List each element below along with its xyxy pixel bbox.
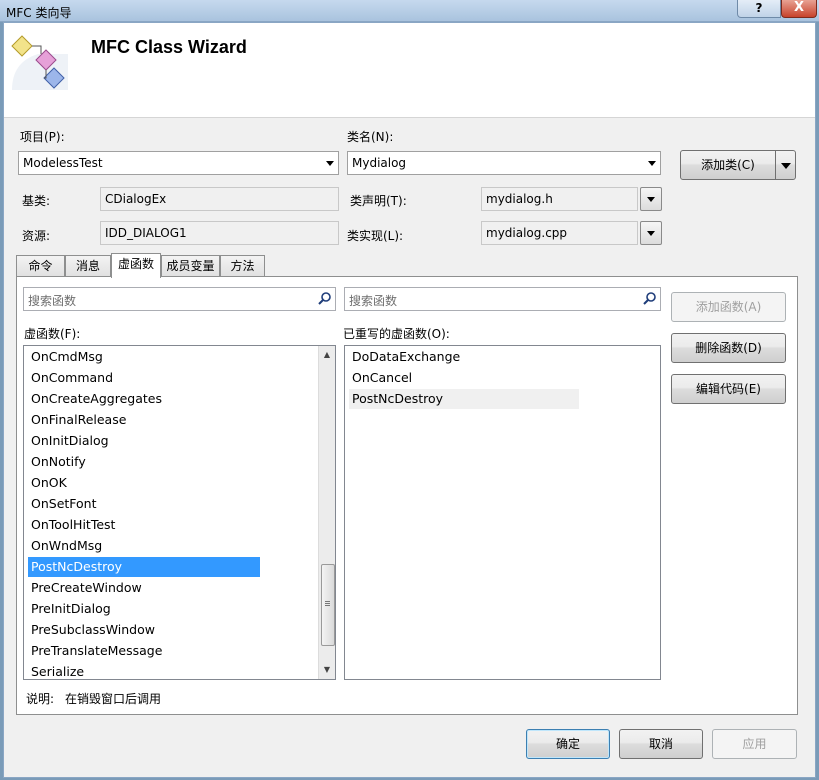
scroll-up-icon[interactable]: ▲ [320, 347, 334, 363]
title-bar: MFC 类向导 [0, 0, 819, 22]
search-placeholder: 搜索函数 [28, 294, 77, 308]
list-item[interactable]: PostNcDestroy [28, 557, 260, 577]
class-decl-label: 类声明(T): [350, 194, 407, 208]
edit-code-button[interactable]: 编辑代码(E) [671, 374, 786, 404]
scrollbar[interactable]: ▲ ▼ [318, 346, 335, 679]
scroll-down-icon[interactable]: ▼ [320, 662, 334, 678]
close-button[interactable]: X [781, 0, 817, 18]
tab-messages[interactable]: 消息 [65, 255, 111, 277]
virtual-functions-label: 虚函数(F): [24, 327, 81, 341]
chevron-down-icon [647, 231, 655, 236]
list-item[interactable]: PreSubclassWindow [28, 620, 260, 640]
overridden-functions-label: 已重写的虚函数(O): [343, 327, 450, 341]
classname-label: 类名(N): [347, 130, 394, 144]
list-item[interactable]: OnWndMsg [28, 536, 260, 556]
add-function-button[interactable]: 添加函数(A) [671, 292, 786, 322]
class-decl-field: mydialog.h [481, 187, 638, 211]
list-item[interactable]: DoDataExchange [349, 347, 579, 367]
class-impl-dropdown-button[interactable] [640, 221, 662, 245]
project-label: 项目(P): [20, 130, 65, 144]
virtual-function-search-input[interactable]: 搜索函数 [23, 287, 336, 311]
ok-button[interactable]: 确定 [526, 729, 610, 759]
add-class-dropdown-button[interactable] [775, 150, 796, 180]
list-item[interactable]: OnInitDialog [28, 431, 260, 451]
chevron-down-icon [326, 161, 334, 166]
class-impl-field: mydialog.cpp [481, 221, 638, 245]
list-item[interactable]: OnCreateAggregates [28, 389, 260, 409]
overridden-function-list[interactable]: DoDataExchange OnCancel PostNcDestroy [344, 345, 661, 680]
search-icon[interactable] [318, 291, 332, 305]
resource-label: 资源: [22, 229, 51, 243]
description-text: 在销毁窗口后调用 [65, 692, 162, 706]
help-button[interactable]: ? [737, 0, 781, 18]
project-select[interactable]: ModelessTest [18, 151, 339, 175]
list-item[interactable]: OnCancel [349, 368, 579, 388]
chevron-down-icon [781, 163, 791, 169]
cancel-button[interactable]: 取消 [619, 729, 703, 759]
chevron-down-icon [647, 197, 655, 202]
resource-field: IDD_DIALOG1 [100, 221, 339, 245]
project-value: ModelessTest [23, 156, 103, 170]
scroll-thumb[interactable] [321, 564, 335, 646]
base-class-label: 基类: [22, 194, 51, 208]
list-item[interactable]: PostNcDestroy [349, 389, 579, 409]
class-impl-label: 类实现(L): [347, 229, 404, 243]
list-item[interactable]: OnSetFont [28, 494, 260, 514]
list-item[interactable]: Serialize [28, 662, 260, 682]
chevron-down-icon [648, 161, 656, 166]
virtual-function-list[interactable]: OnCmdMsg OnCommand OnCreateAggregates OnFin… [23, 345, 336, 680]
classname-value: Mydialog [352, 156, 407, 170]
list-item[interactable]: OnToolHitTest [28, 515, 260, 535]
description-label: 说明: [26, 692, 55, 706]
class-decl-dropdown-button[interactable] [640, 187, 662, 211]
window-title: MFC 类向导 [6, 6, 72, 20]
list-item[interactable]: OnOK [28, 473, 260, 493]
tab-virtual-functions[interactable]: 虚函数 [111, 253, 161, 278]
tab-methods[interactable]: 方法 [220, 255, 265, 277]
list-item[interactable]: OnCommand [28, 368, 260, 388]
list-item[interactable]: PreInitDialog [28, 599, 260, 619]
list-item[interactable]: OnFinalRelease [28, 410, 260, 430]
classname-select[interactable]: Mydialog [347, 151, 661, 175]
apply-button[interactable]: 应用 [712, 729, 797, 759]
tab-commands[interactable]: 命令 [16, 255, 65, 277]
wizard-logo-icon [8, 32, 70, 94]
base-class-field: CDialogEx [100, 187, 339, 211]
search-icon[interactable] [643, 291, 657, 305]
tab-member-variables[interactable]: 成员变量 [161, 255, 220, 277]
search-placeholder: 搜索函数 [349, 294, 398, 308]
list-item[interactable]: OnCmdMsg [28, 347, 260, 367]
delete-function-button[interactable]: 删除函数(D) [671, 333, 786, 363]
wizard-title: MFC Class Wizard [91, 37, 247, 57]
overridden-function-search-input[interactable]: 搜索函数 [344, 287, 661, 311]
list-item[interactable]: OnNotify [28, 452, 260, 472]
add-class-button[interactable]: 添加类(C) [680, 150, 776, 180]
list-item[interactable]: PreTranslateMessage [28, 641, 260, 661]
list-item[interactable]: PreCreateWindow [28, 578, 260, 598]
